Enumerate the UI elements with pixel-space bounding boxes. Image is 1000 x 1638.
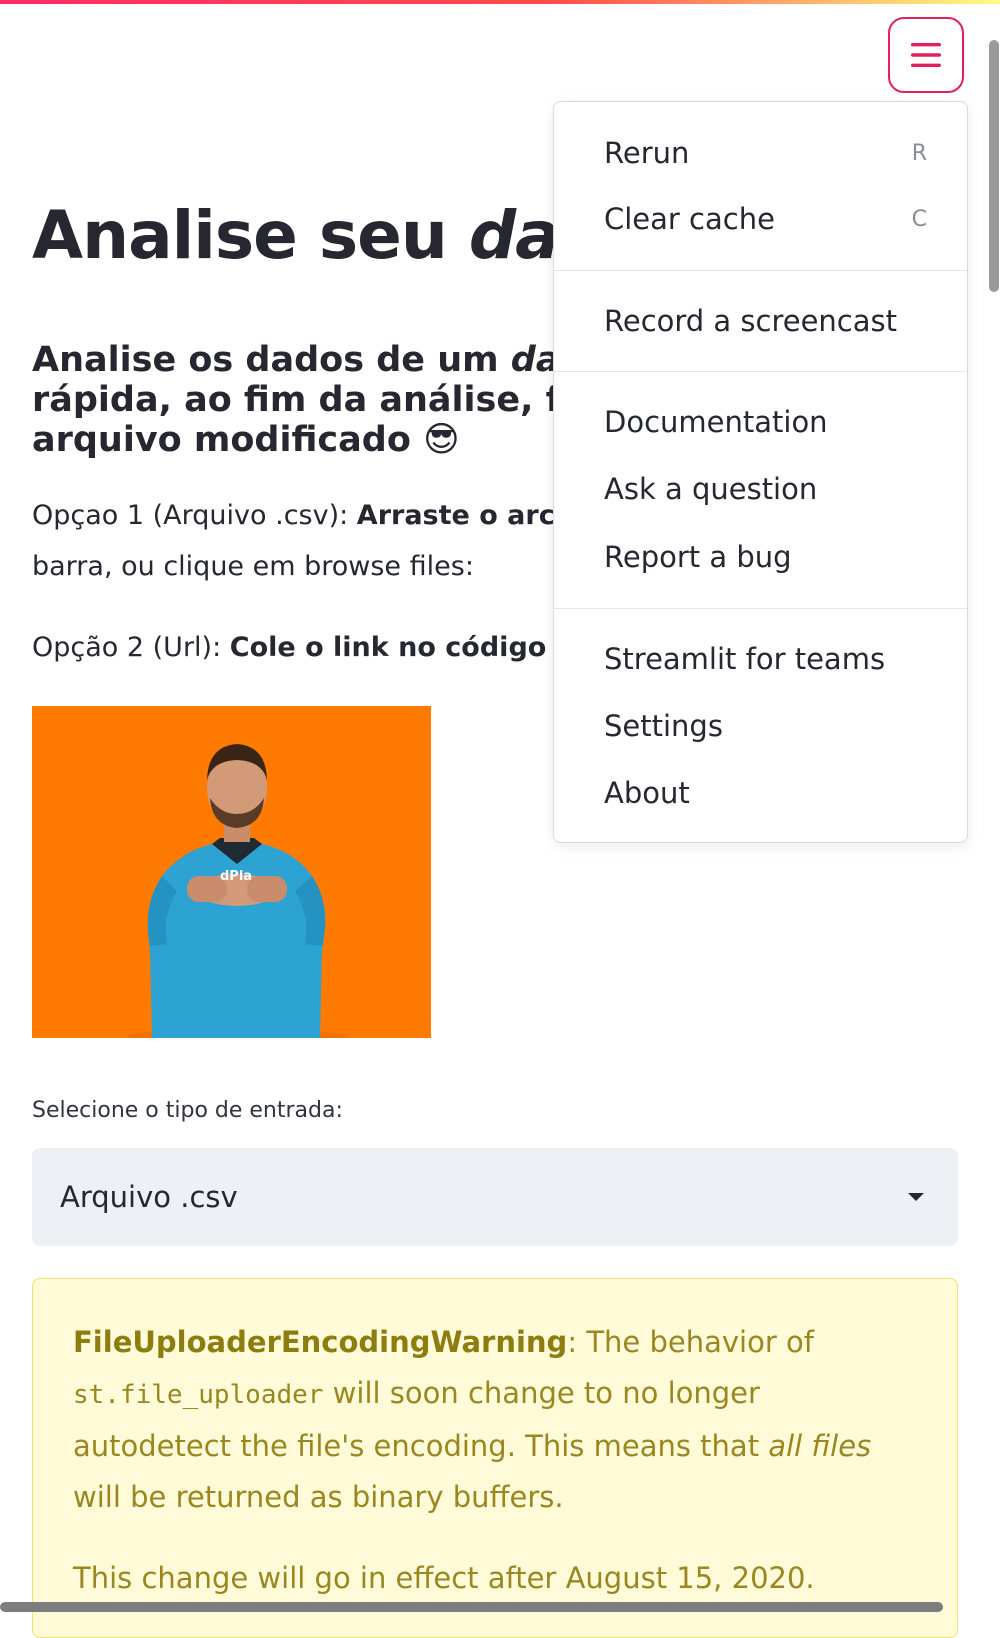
hamburger-icon [911, 43, 941, 67]
menu-item-settings[interactable]: Settings [604, 706, 927, 746]
main-menu-dropdown: Rerun R Clear cache C Record a screencast … [553, 101, 968, 843]
select-label: Selecione o tipo de entrada: [32, 1098, 343, 1123]
presenter-gif: dPla [32, 706, 431, 1038]
menu-divider [554, 608, 967, 609]
menu-divider [554, 270, 967, 271]
menu-item-record-screencast[interactable]: Record a screencast [604, 301, 927, 341]
vertical-scrollbar[interactable] [989, 40, 999, 292]
menu-item-documentation[interactable]: Documentation [604, 402, 927, 442]
menu-divider [554, 371, 967, 372]
sunglasses-emoji: 😎 [423, 420, 460, 460]
top-decoration-bar [0, 0, 1000, 4]
menu-item-streamlit-teams[interactable]: Streamlit for teams [604, 639, 927, 679]
menu-item-report-bug[interactable]: Report a bug [604, 537, 927, 577]
menu-item-clear-cache[interactable]: Clear cache C [604, 199, 927, 239]
shirt-logo-text: dPla [220, 869, 252, 884]
chevron-down-icon [908, 1193, 924, 1201]
menu-item-rerun[interactable]: Rerun R [604, 133, 927, 173]
horizontal-scrollbar[interactable] [0, 1602, 943, 1612]
select-value: Arquivo .csv [60, 1180, 238, 1214]
page-title: Analise seu dat [32, 197, 590, 274]
warning-note: This change will go in effect after Augu… [73, 1561, 815, 1595]
encoding-warning: FileUploaderEncodingWarning: The behavio… [32, 1278, 958, 1638]
main-menu-button[interactable] [888, 17, 964, 93]
input-type-select[interactable]: Arquivo .csv [32, 1148, 958, 1246]
menu-item-about[interactable]: About [604, 773, 927, 813]
menu-item-ask-question[interactable]: Ask a question [604, 469, 927, 509]
